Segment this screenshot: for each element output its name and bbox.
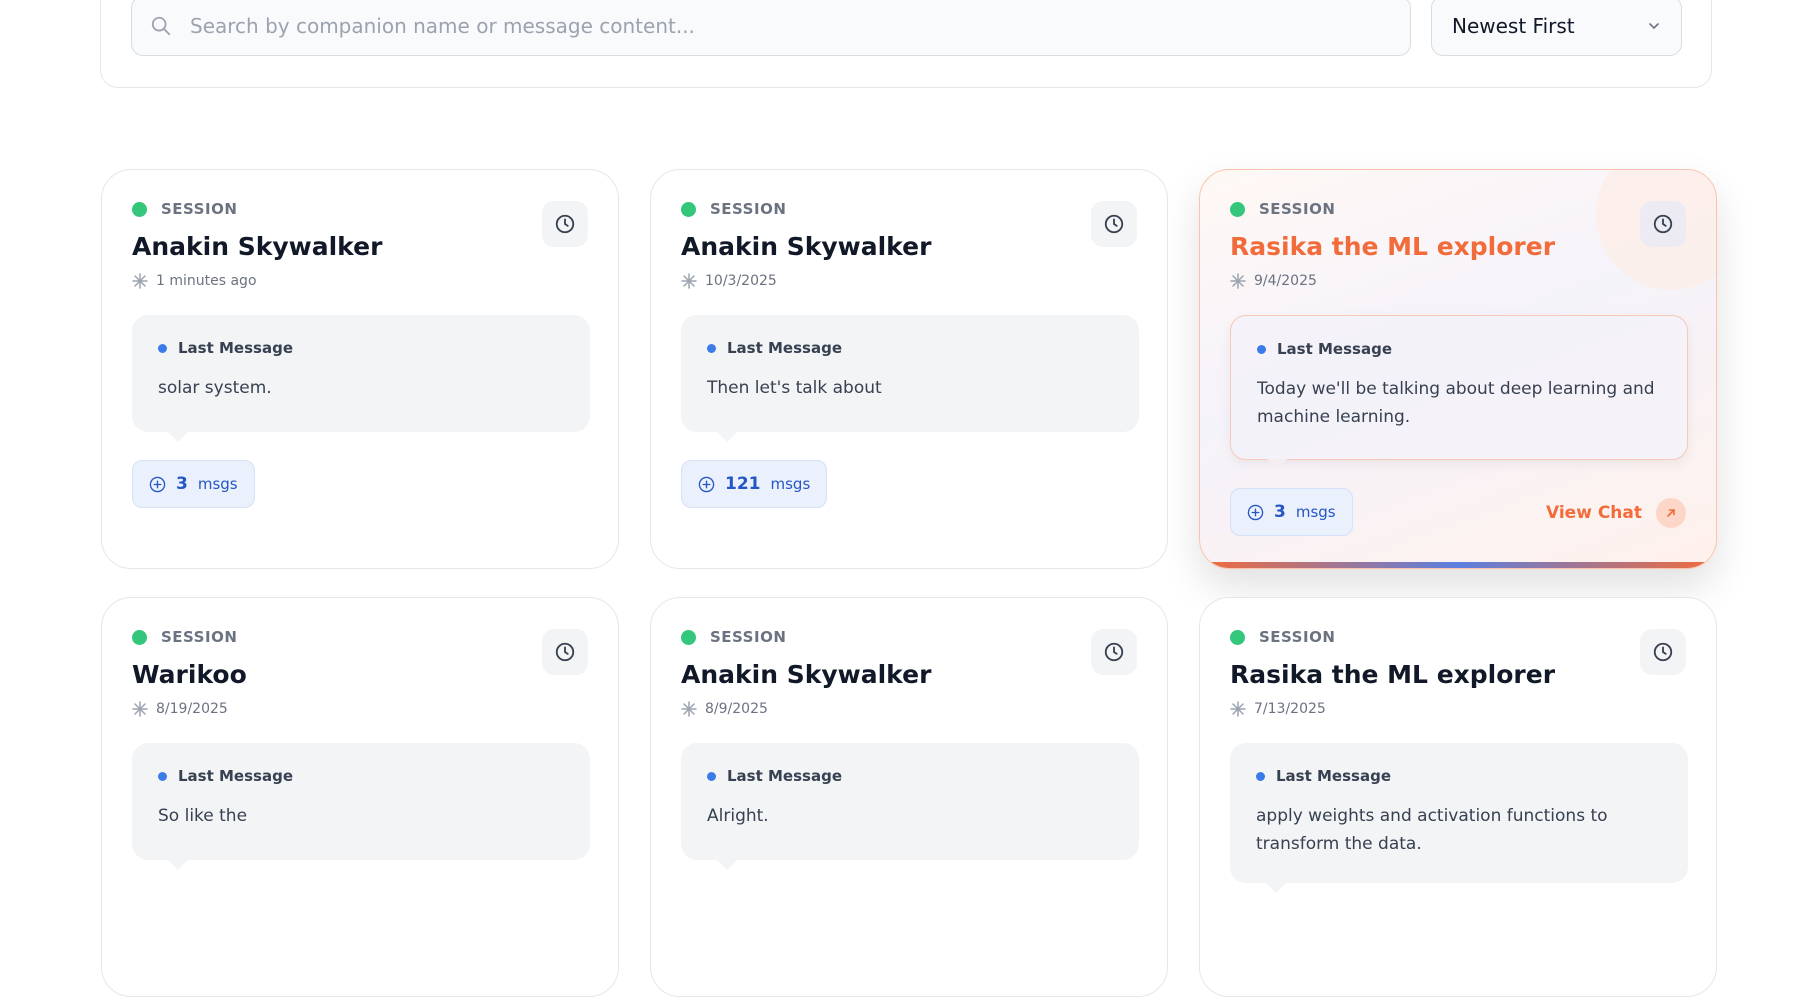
- last-message-box: Last Message Then let's talk about: [681, 315, 1139, 442]
- clock-icon: [1104, 642, 1124, 662]
- session-card[interactable]: SESSION Anakin Skywalker 10/3/2025 Last …: [650, 169, 1168, 569]
- companion-name: Anakin Skywalker: [681, 660, 932, 689]
- last-message-box: Last Message solar system.: [132, 315, 590, 442]
- status-dot: [1230, 629, 1245, 645]
- session-card[interactable]: SESSION Warikoo 8/19/2025 Last Message S…: [101, 597, 619, 997]
- session-card[interactable]: SESSION Anakin Skywalker 1 minutes ago L…: [101, 169, 619, 569]
- clock-icon: [555, 214, 575, 234]
- session-date: 8/9/2025: [705, 701, 768, 717]
- session-date: 9/4/2025: [1254, 273, 1317, 289]
- last-message-label: Last Message: [727, 767, 842, 785]
- message-count-badge: 3 msgs: [132, 460, 255, 508]
- session-card-active[interactable]: SESSION Rasika the ML explorer 9/4/2025 …: [1199, 169, 1717, 569]
- plus-circle-icon: [1247, 504, 1264, 520]
- clock-icon: [555, 642, 575, 662]
- clock-icon: [1653, 642, 1673, 662]
- last-message-text: Then let's talk about: [707, 378, 882, 398]
- sparkle-icon: [681, 701, 697, 717]
- message-count-unit: msgs: [197, 475, 238, 493]
- last-message-box: Last Message Today we'll be talking abou…: [1230, 315, 1688, 469]
- session-card[interactable]: SESSION Anakin Skywalker 8/9/2025 Last M…: [650, 597, 1168, 997]
- message-dot: [707, 343, 716, 353]
- status-dot: [681, 201, 696, 217]
- search-bar[interactable]: [131, 0, 1411, 56]
- plus-circle-icon: [149, 476, 166, 492]
- history-button[interactable]: [1091, 201, 1137, 247]
- chevron-down-icon: [1649, 23, 1659, 30]
- last-message-box: Last Message So like the: [132, 743, 590, 870]
- session-date: 10/3/2025: [705, 273, 777, 289]
- companion-name: Rasika the ML explorer: [1230, 660, 1556, 689]
- session-date: 8/19/2025: [156, 701, 228, 717]
- last-message-text: apply weights and activation functions t…: [1256, 806, 1608, 854]
- clock-icon: [1104, 214, 1124, 234]
- message-count-unit: msgs: [1295, 503, 1336, 521]
- session-date: 1 minutes ago: [156, 273, 257, 289]
- last-message-label: Last Message: [178, 767, 293, 785]
- message-count-unit: msgs: [770, 475, 811, 493]
- message-dot: [1256, 771, 1265, 781]
- history-button[interactable]: [1640, 201, 1686, 247]
- sort-selected-value: Newest First: [1452, 14, 1575, 38]
- search-input[interactable]: [190, 14, 1390, 38]
- history-button[interactable]: [542, 201, 588, 247]
- history-button[interactable]: [1091, 629, 1137, 675]
- last-message-label: Last Message: [178, 339, 293, 357]
- last-message-text: solar system.: [158, 378, 272, 398]
- session-label: SESSION: [1259, 628, 1336, 646]
- last-message-label: Last Message: [1276, 767, 1391, 785]
- last-message-box: Last Message Alright.: [681, 743, 1139, 870]
- message-count-badge: 3 msgs: [1230, 488, 1353, 536]
- sparkle-icon: [681, 273, 697, 289]
- session-label: SESSION: [161, 628, 238, 646]
- message-dot: [158, 771, 167, 781]
- arrow-up-right-icon: [1656, 498, 1686, 528]
- session-label: SESSION: [710, 200, 787, 218]
- session-label: SESSION: [1259, 200, 1336, 218]
- message-dot: [707, 771, 716, 781]
- active-gradient-bar: [1200, 562, 1716, 568]
- sparkle-icon: [132, 701, 148, 717]
- sparkle-icon: [132, 273, 148, 289]
- history-button[interactable]: [542, 629, 588, 675]
- message-dot: [1257, 344, 1266, 354]
- plus-circle-icon: [698, 476, 715, 492]
- message-count: 3: [176, 474, 188, 494]
- status-dot: [132, 201, 147, 217]
- last-message-label: Last Message: [727, 339, 842, 357]
- session-label: SESSION: [710, 628, 787, 646]
- sparkle-icon: [1230, 701, 1246, 717]
- message-count: 121: [725, 474, 761, 494]
- session-label: SESSION: [161, 200, 238, 218]
- last-message-text: Today we'll be talking about deep learni…: [1257, 379, 1655, 427]
- status-dot: [681, 629, 696, 645]
- companion-name: Anakin Skywalker: [681, 232, 932, 261]
- last-message-label: Last Message: [1277, 340, 1392, 358]
- companion-name: Anakin Skywalker: [132, 232, 383, 261]
- clock-icon: [1653, 214, 1673, 234]
- message-dot: [158, 343, 167, 353]
- session-card[interactable]: SESSION Rasika the ML explorer 7/13/2025…: [1199, 597, 1717, 997]
- session-date: 7/13/2025: [1254, 701, 1326, 717]
- companion-name: Rasika the ML explorer: [1230, 232, 1556, 261]
- last-message-box: Last Message apply weights and activatio…: [1230, 743, 1688, 893]
- status-dot: [132, 629, 147, 645]
- last-message-text: Alright.: [707, 806, 769, 826]
- view-chat-link[interactable]: View Chat: [1546, 498, 1686, 528]
- message-count: 3: [1274, 502, 1286, 522]
- status-dot: [1230, 201, 1245, 217]
- sparkle-icon: [1230, 273, 1246, 289]
- view-chat-label: View Chat: [1545, 503, 1642, 523]
- last-message-text: So like the: [158, 806, 248, 826]
- history-button[interactable]: [1640, 629, 1686, 675]
- message-count-badge: 121 msgs: [681, 460, 828, 508]
- search-icon: [151, 16, 171, 36]
- sort-select[interactable]: Newest First: [1431, 0, 1682, 56]
- companion-name: Warikoo: [132, 660, 247, 689]
